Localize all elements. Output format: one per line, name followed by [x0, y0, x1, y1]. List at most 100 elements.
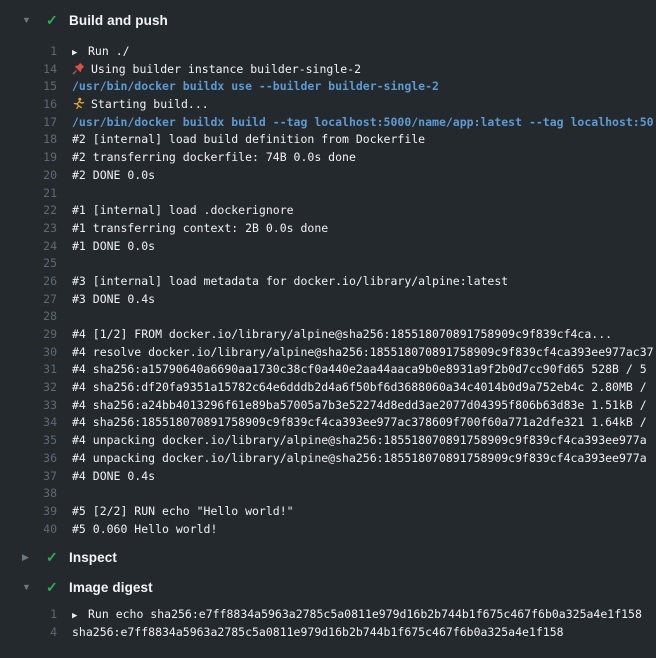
line-text: #4 [1/2] FROM docker.io/library/alpine@s… [57, 326, 612, 344]
line-text: #4 sha256:df20fa9351a15782c64e6dddb2d4a6… [57, 379, 647, 397]
line-text: #2 [internal] load build definition from… [57, 131, 425, 149]
log-line: 32 #4 sha256:df20fa9351a15782c64e6dddb2d4… [0, 379, 656, 397]
line-text-content: sha256:e7ff8834a5963a2785c5a0811e979d16b… [72, 625, 564, 639]
line-text-content: #2 DONE 0.0s [72, 168, 155, 182]
line-text-content: #5 [2/2] RUN echo "Hello world!" [72, 504, 294, 518]
line-text: #1 [internal] load .dockerignore [57, 202, 294, 220]
line-number: 35 [0, 432, 57, 450]
line-number: 17 [0, 114, 57, 132]
line-number: 22 [0, 202, 57, 220]
log-group-line[interactable]: 1▶Run ./ [0, 43, 656, 61]
log-line: 34#4 sha256:185518070891758909c9f839cf4c… [0, 414, 656, 432]
expander-triangle-icon: ▶ [72, 608, 88, 624]
line-text: Using builder instance builder-single-2 [57, 61, 361, 79]
line-text [57, 308, 72, 326]
log-line: 20 #2 DONE 0.0s [0, 167, 656, 185]
check-icon: ✓ [46, 550, 59, 564]
line-number: 26 [0, 273, 57, 291]
section-header-build-and-push[interactable]: ▼ ✓ Build and push [0, 9, 656, 31]
line-text: #4 resolve docker.io/library/alpine@sha2… [57, 344, 654, 362]
line-text [57, 255, 72, 273]
line-number: 21 [0, 185, 57, 203]
line-text-content: Using builder instance builder-single-2 [91, 62, 361, 76]
line-text: #4 sha256:a15790640a6690aa1730c38cf0a440… [57, 361, 647, 379]
line-number: 34 [0, 414, 57, 432]
line-text: /usr/bin/docker buildx build --tag local… [57, 114, 654, 132]
line-text: #4 DONE 0.4s [57, 468, 155, 486]
line-text-content: #4 sha256:a24bb4013296f61e89ba57005a7b3e… [72, 398, 647, 412]
line-text-content: Starting build... [91, 97, 209, 111]
line-text: #5 [2/2] RUN echo "Hello world!" [57, 503, 294, 521]
log-line: 4sha256:e7ff8834a5963a2785c5a0811e979d16… [0, 624, 656, 642]
line-text [57, 185, 72, 203]
log-line: 39 #5 [2/2] RUN echo "Hello world!" [0, 503, 656, 521]
line-number: 31 [0, 361, 57, 379]
log-line: 24 #1 DONE 0.0s [0, 238, 656, 256]
line-number: 20 [0, 167, 57, 185]
line-number: 24 [0, 238, 57, 256]
line-text: #3 [internal] load metadata for docker.i… [57, 273, 508, 291]
line-text-content: #2 transferring dockerfile: 74B 0.0s don… [72, 150, 356, 164]
line-number: 32 [0, 379, 57, 397]
line-text: #2 DONE 0.0s [57, 167, 155, 185]
line-text-content: #4 sha256:df20fa9351a15782c64e6dddb2d4a6… [72, 380, 647, 394]
log-line: 27#3 DONE 0.4s [0, 291, 656, 309]
section-header-inspect[interactable]: ▶ ✓ Inspect [0, 546, 656, 568]
line-number: 23 [0, 220, 57, 238]
line-number: 14 [0, 61, 57, 79]
log-group-line[interactable]: 1▶Run echo sha256:e7ff8834a5963a2785c5a0… [0, 606, 656, 624]
section-title: Inspect [69, 550, 117, 565]
log-line: 30 #4 resolve docker.io/library/alpine@sh… [0, 344, 656, 362]
line-number: 1 [0, 43, 57, 61]
log-line: 16 Starting build... [0, 96, 656, 114]
check-icon: ✓ [46, 580, 59, 594]
line-text-content: #1 [internal] load .dockerignore [72, 203, 294, 217]
chevron-right-icon: ▶ [22, 553, 32, 562]
line-number: 1 [0, 606, 57, 624]
line-text: /usr/bin/docker buildx use --builder bui… [57, 78, 439, 96]
chevron-down-icon: ▼ [22, 16, 32, 25]
log-line: 18#2 [internal] load build definition fr… [0, 131, 656, 149]
line-number: 39 [0, 503, 57, 521]
log-line: 33 #4 sha256:a24bb4013296f61e89ba57005a7b… [0, 397, 656, 415]
line-number: 25 [0, 255, 57, 273]
log-lines-image-digest: 1▶Run echo sha256:e7ff8834a5963a2785c5a0… [0, 598, 656, 641]
line-text: #4 sha256:185518070891758909c9f839cf4ca3… [57, 414, 647, 432]
log-line: 38 [0, 485, 656, 503]
check-icon: ✓ [46, 13, 59, 27]
line-text: #4 unpacking docker.io/library/alpine@sh… [57, 432, 647, 450]
line-text-content: #4 sha256:a15790640a6690aa1730c38cf0a440… [72, 362, 647, 376]
log-line: 29#4 [1/2] FROM docker.io/library/alpine… [0, 326, 656, 344]
runner-icon [72, 97, 85, 110]
line-number: 28 [0, 308, 57, 326]
log-line: 26 #3 [internal] load metadata for docker… [0, 273, 656, 291]
log-line: 31 #4 sha256:a15790640a6690aa1730c38cf0a4… [0, 361, 656, 379]
line-text: sha256:e7ff8834a5963a2785c5a0811e979d16b… [57, 624, 564, 642]
line-number: 18 [0, 131, 57, 149]
section-title: Build and push [69, 13, 168, 28]
line-text: ▶Run echo sha256:e7ff8834a5963a2785c5a08… [57, 606, 642, 624]
workflow-log-panel: ▼ ✓ Build and push 1▶Run ./14 Using builder… [0, 0, 656, 658]
line-number: 29 [0, 326, 57, 344]
chevron-down-icon: ▼ [22, 583, 32, 592]
line-text: #5 0.060 Hello world! [57, 521, 217, 539]
line-text-content: #4 unpacking docker.io/library/alpine@sh… [72, 451, 647, 465]
log-line: 37#4 DONE 0.4s [0, 468, 656, 486]
line-text-content: #4 resolve docker.io/library/alpine@sha2… [72, 345, 654, 359]
log-line: 36 #4 unpacking docker.io/library/alpine@… [0, 450, 656, 468]
line-number: 27 [0, 291, 57, 309]
line-number: 19 [0, 149, 57, 167]
section-header-image-digest[interactable]: ▼✓Image digest [0, 576, 656, 598]
line-number: 36 [0, 450, 57, 468]
line-number: 33 [0, 397, 57, 415]
line-text: #4 sha256:a24bb4013296f61e89ba57005a7b3e… [57, 397, 647, 415]
line-text-content: #4 DONE 0.4s [72, 469, 155, 483]
log-line: 15/usr/bin/docker buildx use --builder b… [0, 78, 656, 96]
line-number: 38 [0, 485, 57, 503]
log-line: 23#1 transferring context: 2B 0.0s done [0, 220, 656, 238]
line-text-content: #3 [internal] load metadata for docker.i… [72, 274, 508, 288]
log-line: 22 #1 [internal] load .dockerignore [0, 202, 656, 220]
line-text: #1 DONE 0.0s [57, 238, 155, 256]
line-text-content: #1 DONE 0.0s [72, 239, 155, 253]
line-number: 30 [0, 344, 57, 362]
